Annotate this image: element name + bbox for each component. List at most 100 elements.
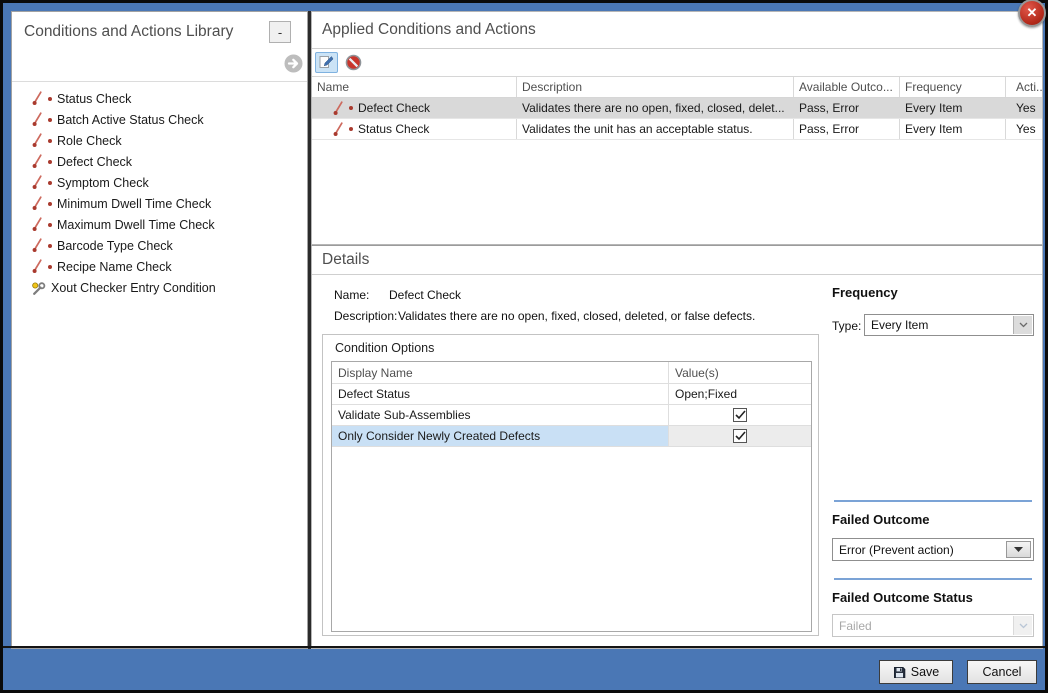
red-bullet-icon	[48, 202, 52, 206]
column-header-active[interactable]: Acti...	[1006, 77, 1042, 97]
name-label: Name:	[334, 288, 369, 302]
column-header-name[interactable]: Name	[312, 77, 517, 97]
applied-panel-header: Applied Conditions and Actions	[312, 12, 1042, 49]
cell-available-outcomes: Pass, Error	[794, 98, 900, 118]
library-item-status-check[interactable]: Status Check	[12, 88, 307, 109]
frequency-type-value: Every Item	[871, 315, 928, 335]
library-panel-header: Conditions and Actions Library -	[12, 12, 307, 82]
failed-outcome-status-combobox: Failed	[832, 614, 1034, 637]
apply-arrow-button[interactable]	[284, 54, 303, 73]
cell-frequency: Every Item	[900, 98, 1006, 118]
applied-conditions-table: Name Description Available Outco... Freq…	[312, 76, 1042, 140]
applied-table-header: Name Description Available Outco... Freq…	[312, 76, 1042, 98]
library-item-barcode-type-check[interactable]: Barcode Type Check	[12, 235, 307, 256]
save-button-label: Save	[911, 665, 940, 679]
close-x-icon: ✕	[1027, 5, 1038, 21]
checkmark-icon	[735, 431, 746, 441]
condition-icon	[31, 112, 43, 127]
red-bullet-icon	[48, 97, 52, 101]
edit-icon	[319, 55, 334, 69]
library-item-label: Barcode Type Check	[57, 239, 173, 253]
block-button[interactable]	[342, 52, 365, 73]
close-button[interactable]: ✕	[1018, 0, 1046, 27]
option-row-only-consider-newly-created-defects[interactable]: Only Consider Newly Created Defects	[332, 426, 811, 447]
cell-active: Yes	[1006, 98, 1042, 118]
library-item-role-check[interactable]: Role Check	[12, 130, 307, 151]
arrow-right-icon	[284, 54, 303, 73]
chevron-down-icon[interactable]	[1013, 316, 1032, 334]
column-header-available-outcomes[interactable]: Available Outco...	[794, 77, 900, 97]
footer-divider	[3, 646, 1045, 648]
library-item-label: Defect Check	[57, 155, 132, 169]
condition-icon	[31, 91, 43, 106]
validate-sub-assemblies-checkbox[interactable]	[733, 408, 747, 422]
column-header-description[interactable]: Description	[517, 77, 794, 97]
library-item-defect-check[interactable]: Defect Check	[12, 151, 307, 172]
failed-outcome-value: Error (Prevent action)	[839, 539, 954, 560]
library-item-label: Maximum Dwell Time Check	[57, 218, 215, 232]
save-button[interactable]: Save	[879, 660, 953, 684]
option-row-validate-sub-assemblies[interactable]: Validate Sub-Assemblies	[332, 405, 811, 426]
condition-options-header: Display Name Value(s)	[332, 362, 811, 384]
condition-icon	[31, 196, 43, 211]
red-bullet-icon	[48, 160, 52, 164]
frequency-type-combobox[interactable]: Every Item	[864, 314, 1034, 336]
condition-icon	[332, 101, 344, 116]
table-row-defect-check[interactable]: Defect Check Validates there are no open…	[312, 98, 1042, 119]
failed-outcome-status-heading: Failed Outcome Status	[832, 590, 973, 605]
condition-options-title: Condition Options	[323, 335, 818, 355]
collapse-button[interactable]: -	[269, 21, 291, 43]
column-header-frequency[interactable]: Frequency	[900, 77, 1006, 97]
description-label: Description:	[334, 309, 397, 323]
applied-panel-title: Applied Conditions and Actions	[312, 12, 1042, 48]
library-item-symptom-check[interactable]: Symptom Check	[12, 172, 307, 193]
library-item-label: Minimum Dwell Time Check	[57, 197, 211, 211]
section-divider	[834, 500, 1032, 502]
cell-active: Yes	[1006, 119, 1042, 139]
option-display-name: Only Consider Newly Created Defects	[332, 426, 669, 446]
column-header-values[interactable]: Value(s)	[669, 362, 811, 383]
failed-outcome-combobox[interactable]: Error (Prevent action)	[832, 538, 1034, 561]
condition-icon	[31, 133, 43, 148]
library-item-recipe-name-check[interactable]: Recipe Name Check	[12, 256, 307, 277]
library-item-label: Xout Checker Entry Condition	[51, 281, 216, 295]
applied-conditions-panel: Applied Conditions and Actions	[311, 11, 1043, 245]
details-body: Name: Defect Check Description: Validate…	[312, 246, 1044, 650]
only-newly-created-defects-checkbox[interactable]	[733, 429, 747, 443]
dialog-content: Conditions and Actions Library - Status …	[11, 11, 1043, 649]
cell-name: Status Check	[312, 119, 517, 139]
cancel-button-label: Cancel	[983, 665, 1022, 679]
condition-options-groupbox: Condition Options Display Name Value(s) …	[322, 334, 819, 636]
option-row-defect-status[interactable]: Defect Status Open;Fixed	[332, 384, 811, 405]
cell-description: Validates the unit has an acceptable sta…	[517, 119, 794, 139]
column-header-display-name[interactable]: Display Name	[332, 362, 669, 383]
library-item-label: Status Check	[57, 92, 131, 106]
red-bullet-icon	[48, 244, 52, 248]
condition-icon	[31, 175, 43, 190]
red-bullet-icon	[349, 106, 353, 110]
cell-name: Defect Check	[312, 98, 517, 118]
library-item-minimum-dwell-time-check[interactable]: Minimum Dwell Time Check	[12, 193, 307, 214]
red-bullet-icon	[48, 265, 52, 269]
table-row-status-check[interactable]: Status Check Validates the unit has an a…	[312, 119, 1042, 140]
library-item-list: Status Check Batch Active Status Check R…	[12, 82, 307, 298]
dropdown-arrow-icon[interactable]	[1006, 541, 1031, 558]
conditions-library-panel: Conditions and Actions Library - Status …	[11, 11, 308, 649]
edit-button[interactable]	[315, 52, 338, 73]
library-item-label: Batch Active Status Check	[57, 113, 204, 127]
red-bullet-icon	[48, 139, 52, 143]
library-item-label: Symptom Check	[57, 176, 149, 190]
red-bullet-icon	[48, 181, 52, 185]
name-value: Defect Check	[389, 288, 461, 302]
library-item-maximum-dwell-time-check[interactable]: Maximum Dwell Time Check	[12, 214, 307, 235]
library-item-label: Recipe Name Check	[57, 260, 172, 274]
option-value[interactable]: Open;Fixed	[669, 384, 811, 404]
library-item-batch-active-status-check[interactable]: Batch Active Status Check	[12, 109, 307, 130]
cancel-button[interactable]: Cancel	[967, 660, 1037, 684]
row-name-label: Defect Check	[358, 101, 430, 115]
cell-description: Validates there are no open, fixed, clos…	[517, 98, 794, 118]
library-item-xout-checker-entry-condition[interactable]: Xout Checker Entry Condition	[12, 277, 307, 298]
option-value	[669, 405, 811, 425]
right-area: Applied Conditions and Actions	[311, 11, 1043, 649]
row-name-label: Status Check	[358, 122, 429, 136]
